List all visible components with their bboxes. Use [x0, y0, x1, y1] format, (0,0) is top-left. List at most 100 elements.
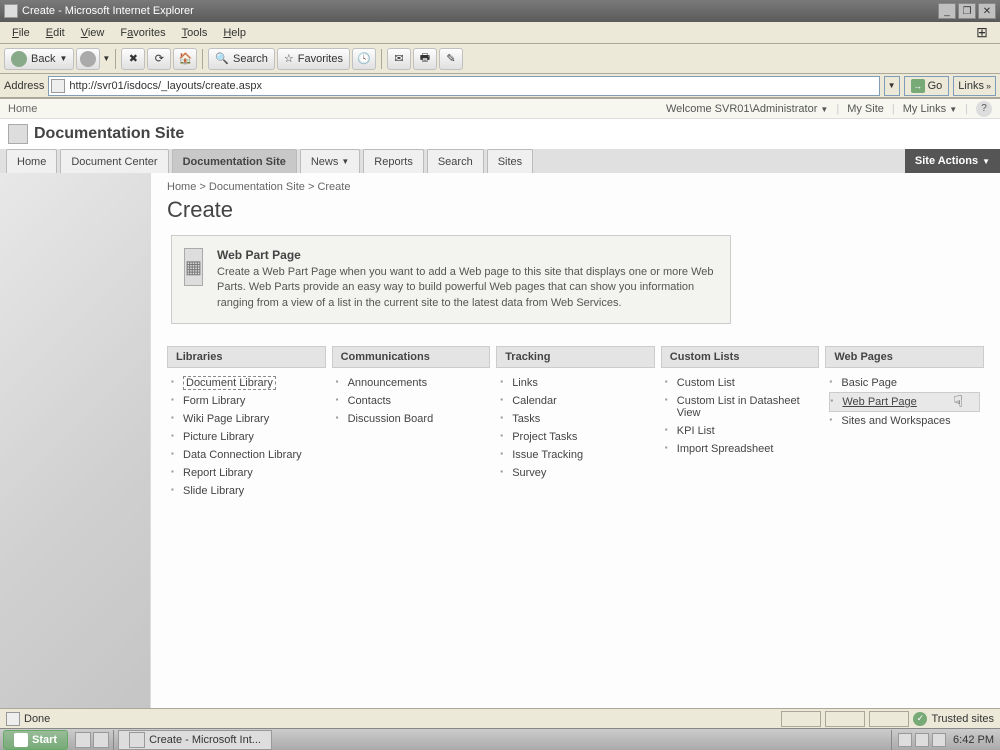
- home-button[interactable]: 🏠: [173, 48, 197, 70]
- print-button[interactable]: 🖶: [413, 48, 437, 70]
- top-home-link[interactable]: Home: [8, 103, 37, 115]
- link-contacts[interactable]: Contacts: [348, 395, 391, 407]
- stop-button[interactable]: ✖: [121, 48, 145, 70]
- favorites-button[interactable]: ☆Favorites: [277, 48, 350, 70]
- forward-button[interactable]: [76, 48, 100, 70]
- tab-document-center[interactable]: Document Center: [60, 149, 168, 173]
- tab-documentation-site[interactable]: Documentation Site: [172, 149, 297, 173]
- list-item[interactable]: Issue Tracking: [500, 446, 651, 464]
- url-dropdown-button[interactable]: ▼: [884, 76, 900, 96]
- maximize-button[interactable]: ❐: [958, 3, 976, 19]
- list-item[interactable]: Contacts: [336, 392, 487, 410]
- list-item[interactable]: Discussion Board: [336, 410, 487, 428]
- link-sites-workspaces[interactable]: Sites and Workspaces: [841, 415, 950, 427]
- edit-button[interactable]: ✎: [439, 48, 463, 70]
- site-actions-menu[interactable]: Site Actions ▼: [905, 149, 1000, 173]
- help-icon[interactable]: ?: [976, 101, 992, 117]
- breadcrumb: Home > Documentation Site > Create: [167, 181, 984, 193]
- refresh-button[interactable]: ⟳: [147, 48, 171, 70]
- taskbar-button-ie[interactable]: Create - Microsoft Int...: [118, 730, 272, 750]
- list-item[interactable]: Import Spreadsheet: [665, 440, 816, 458]
- ie-app-icon: [4, 4, 18, 18]
- link-survey[interactable]: Survey: [512, 467, 546, 479]
- list-item[interactable]: Report Library: [171, 464, 322, 482]
- list-item[interactable]: Custom List in Datasheet View: [665, 392, 816, 422]
- link-kpi-list[interactable]: KPI List: [677, 425, 715, 437]
- link-data-connection-library[interactable]: Data Connection Library: [183, 449, 302, 461]
- search-button[interactable]: 🔍Search: [208, 48, 275, 70]
- welcome-menu[interactable]: Welcome SVR01\Administrator ▼: [666, 103, 828, 115]
- back-button[interactable]: Back▼: [4, 48, 74, 70]
- list-item[interactable]: Survey: [500, 464, 651, 482]
- quick-launch-icon[interactable]: [75, 732, 91, 748]
- tray-icon[interactable]: [915, 733, 929, 747]
- link-document-library[interactable]: Document Library: [183, 376, 276, 390]
- list-item[interactable]: Sites and Workspaces: [829, 412, 980, 430]
- url-input[interactable]: http://svr01/isdocs/_layouts/create.aspx: [48, 76, 879, 96]
- link-wiki-page-library[interactable]: Wiki Page Library: [183, 413, 269, 425]
- list-item[interactable]: Custom List: [665, 374, 816, 392]
- tab-reports[interactable]: Reports: [363, 149, 424, 173]
- menu-edit[interactable]: Edit: [38, 24, 73, 42]
- list-item[interactable]: Picture Library: [171, 428, 322, 446]
- minimize-button[interactable]: _: [938, 3, 956, 19]
- my-links-menu[interactable]: My Links ▼: [903, 103, 957, 115]
- menu-favorites[interactable]: Favorites: [112, 24, 173, 42]
- link-basic-page[interactable]: Basic Page: [841, 377, 897, 389]
- link-links[interactable]: Links: [512, 377, 538, 389]
- link-web-part-page[interactable]: Web Part Page: [842, 396, 916, 408]
- list-item[interactable]: Web Part Page: [829, 392, 980, 412]
- tab-home[interactable]: Home: [6, 149, 57, 173]
- tray-icon[interactable]: [898, 733, 912, 747]
- link-tasks[interactable]: Tasks: [512, 413, 540, 425]
- list-item[interactable]: Slide Library: [171, 482, 322, 500]
- close-button[interactable]: ✕: [978, 3, 996, 19]
- forward-dropdown-icon[interactable]: ▼: [102, 54, 110, 63]
- link-custom-list-datasheet[interactable]: Custom List in Datasheet View: [677, 395, 800, 419]
- tray-icon[interactable]: [932, 733, 946, 747]
- link-import-spreadsheet[interactable]: Import Spreadsheet: [677, 443, 774, 455]
- tab-sites[interactable]: Sites: [487, 149, 533, 173]
- list-item[interactable]: Document Library: [171, 374, 322, 392]
- link-project-tasks[interactable]: Project Tasks: [512, 431, 577, 443]
- tab-search[interactable]: Search: [427, 149, 484, 173]
- menu-tools[interactable]: Tools: [174, 24, 216, 42]
- list-item[interactable]: KPI List: [665, 422, 816, 440]
- link-custom-list[interactable]: Custom List: [677, 377, 735, 389]
- link-announcements[interactable]: Announcements: [348, 377, 428, 389]
- list-item[interactable]: Project Tasks: [500, 428, 651, 446]
- list-item[interactable]: Form Library: [171, 392, 322, 410]
- link-picture-library[interactable]: Picture Library: [183, 431, 254, 443]
- list-item[interactable]: Wiki Page Library: [171, 410, 322, 428]
- list-item[interactable]: Data Connection Library: [171, 446, 322, 464]
- link-issue-tracking[interactable]: Issue Tracking: [512, 449, 583, 461]
- list-item[interactable]: Tasks: [500, 410, 651, 428]
- mail-button[interactable]: ✉: [387, 48, 411, 70]
- tab-news[interactable]: News ▼: [300, 149, 360, 173]
- menu-file[interactable]: File: [4, 24, 38, 42]
- link-slide-library[interactable]: Slide Library: [183, 485, 244, 497]
- left-gutter: [0, 173, 150, 708]
- links-button[interactable]: Links»: [953, 76, 996, 96]
- taskbar: Start Create - Microsoft Int... 6:42 PM: [0, 728, 1000, 750]
- list-item[interactable]: Calendar: [500, 392, 651, 410]
- link-calendar[interactable]: Calendar: [512, 395, 557, 407]
- category-header: Web Pages: [825, 346, 984, 368]
- menu-view[interactable]: View: [73, 24, 113, 42]
- link-report-library[interactable]: Report Library: [183, 467, 253, 479]
- link-discussion-board[interactable]: Discussion Board: [348, 413, 434, 425]
- my-site-link[interactable]: My Site: [847, 103, 884, 115]
- list-item[interactable]: Announcements: [336, 374, 487, 392]
- breadcrumb-docsite[interactable]: Documentation Site: [209, 181, 305, 193]
- link-form-library[interactable]: Form Library: [183, 395, 245, 407]
- breadcrumb-home[interactable]: Home: [167, 181, 196, 193]
- history-button[interactable]: 🕓: [352, 48, 376, 70]
- list-item[interactable]: Basic Page: [829, 374, 980, 392]
- info-description: Create a Web Part Page when you want to …: [217, 265, 718, 311]
- list-item[interactable]: Links: [500, 374, 651, 392]
- go-button[interactable]: →Go: [904, 76, 950, 96]
- menu-help[interactable]: Help: [215, 24, 254, 42]
- quick-launch-icon[interactable]: [93, 732, 109, 748]
- clock[interactable]: 6:42 PM: [953, 734, 994, 746]
- start-button[interactable]: Start: [3, 730, 68, 750]
